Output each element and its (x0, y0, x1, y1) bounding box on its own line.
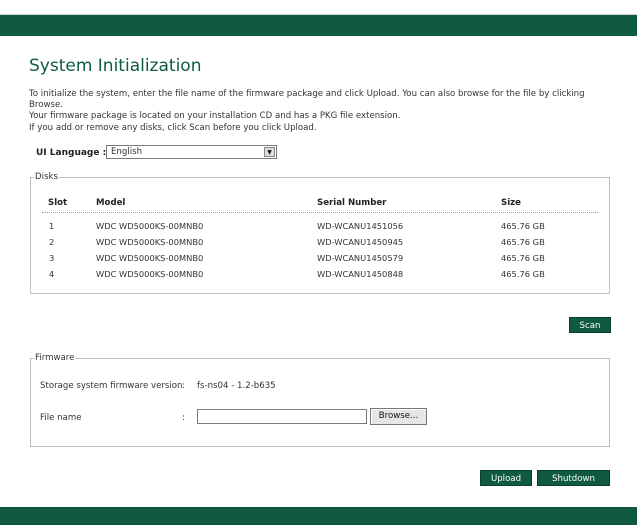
serial-cell: WD-WCANU1450945 (317, 237, 404, 247)
browse-button[interactable]: Browse... (370, 408, 427, 425)
slot-cell: 1 (49, 221, 55, 231)
serial-cell: WD-WCANU1450579 (317, 253, 404, 263)
column-header-model: Model (96, 198, 126, 208)
size-cell: 465.76 GB (501, 237, 545, 247)
file-name-label: File name (40, 413, 82, 423)
header-divider (42, 212, 598, 213)
firmware-version-value: fs-ns04 - 1.2-b635 (197, 381, 276, 391)
firmware-legend: Firmware (35, 353, 75, 363)
separator: : (182, 381, 185, 391)
firmware-panel: Firmware (30, 353, 610, 447)
ui-language-select[interactable]: English ▼ (106, 145, 277, 159)
ui-language-value: English (111, 147, 143, 157)
upload-button[interactable]: Upload (480, 470, 532, 486)
table-row: 1 WDC WD5000KS-00MNB0 WD-WCANU1451056 46… (0, 221, 637, 235)
slot-cell: 4 (49, 269, 55, 279)
size-cell: 465.76 GB (501, 253, 545, 263)
table-row: 4 WDC WD5000KS-00MNB0 WD-WCANU1450848 46… (0, 269, 637, 283)
model-cell: WDC WD5000KS-00MNB0 (96, 237, 204, 247)
model-cell: WDC WD5000KS-00MNB0 (96, 269, 204, 279)
slot-cell: 2 (49, 237, 55, 247)
table-row: 3 WDC WD5000KS-00MNB0 WD-WCANU1450579 46… (0, 253, 637, 267)
size-cell: 465.76 GB (501, 221, 545, 231)
column-header-size: Size (501, 198, 521, 208)
scan-button[interactable]: Scan (569, 317, 611, 333)
intro-text: To initialize the system, enter the file… (29, 89, 609, 122)
intro-line-1: To initialize the system, enter the file… (29, 89, 585, 110)
slot-cell: 3 (49, 253, 55, 263)
size-cell: 465.76 GB (501, 269, 545, 279)
bottom-banner (0, 507, 637, 525)
model-cell: WDC WD5000KS-00MNB0 (96, 253, 204, 263)
shutdown-button[interactable]: Shutdown (537, 470, 610, 486)
top-banner (0, 14, 637, 36)
chevron-down-icon[interactable]: ▼ (264, 147, 275, 157)
scan-note: If you add or remove any disks, click Sc… (29, 123, 317, 133)
separator: : (182, 413, 185, 423)
table-row: 2 WDC WD5000KS-00MNB0 WD-WCANU1450945 46… (0, 237, 637, 251)
file-name-input[interactable] (197, 409, 367, 424)
ui-language-label: UI Language : (36, 148, 107, 158)
disks-legend: Disks (35, 172, 58, 182)
serial-cell: WD-WCANU1450848 (317, 269, 404, 279)
model-cell: WDC WD5000KS-00MNB0 (96, 221, 204, 231)
column-header-serial: Serial Number (317, 198, 387, 208)
page-title: System Initialization (29, 56, 202, 76)
serial-cell: WD-WCANU1451056 (317, 221, 404, 231)
firmware-version-label: Storage system firmware version (40, 381, 183, 391)
column-header-slot: Slot (48, 198, 68, 208)
intro-line-2: Your firmware package is located on your… (29, 111, 401, 121)
